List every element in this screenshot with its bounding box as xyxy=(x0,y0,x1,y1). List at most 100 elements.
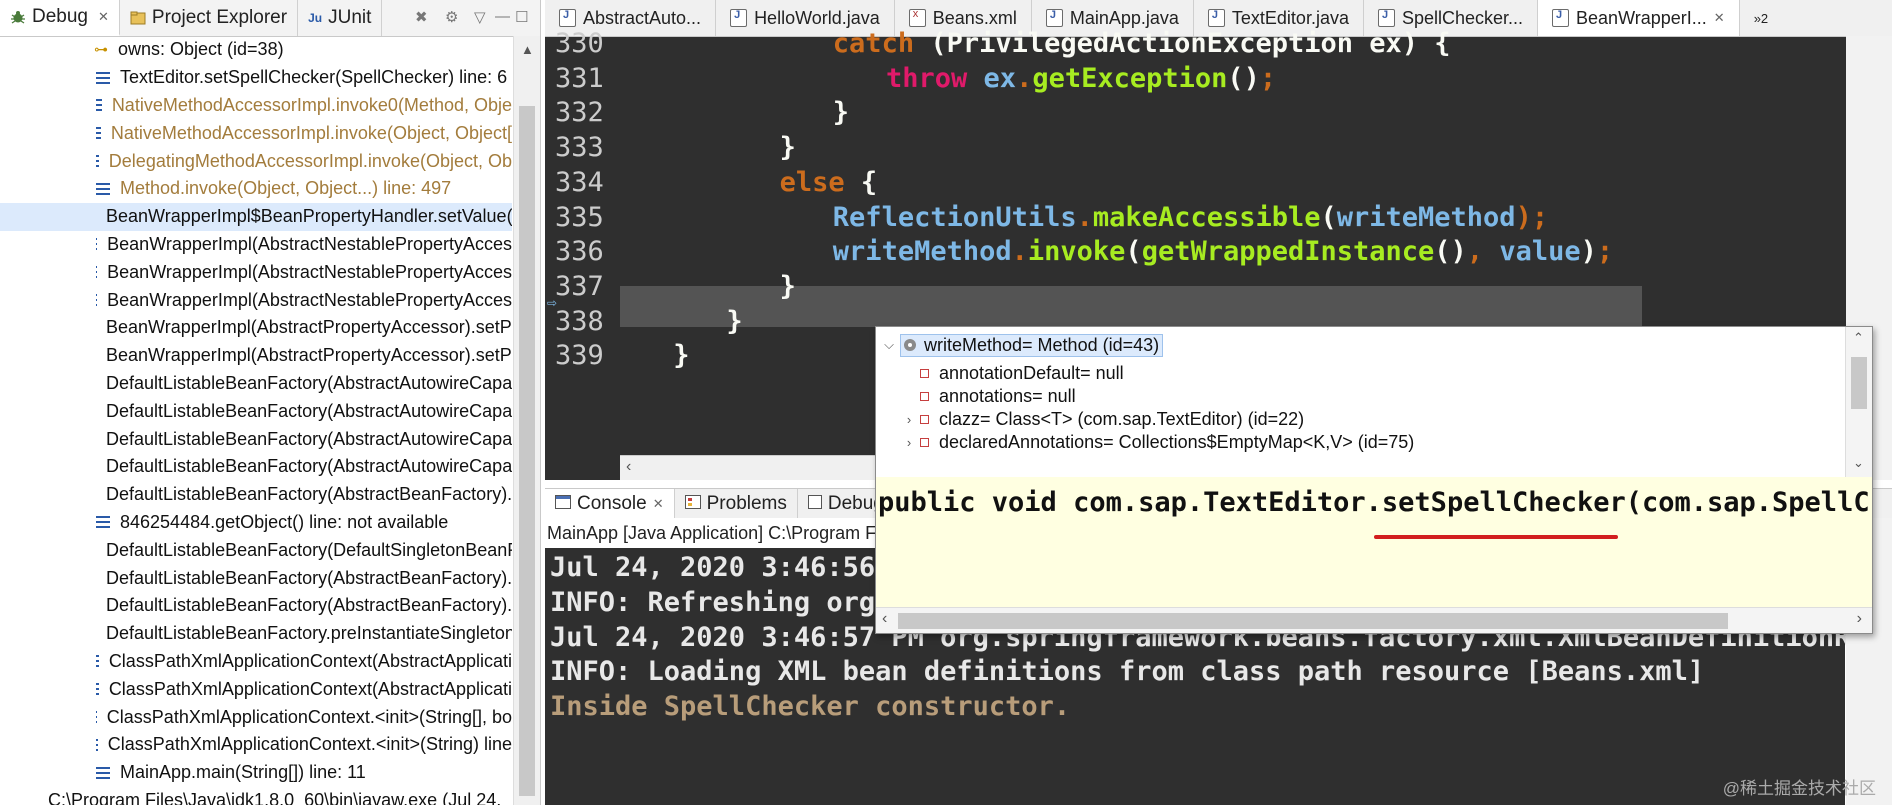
stack-frame[interactable]: DefaultListableBeanFactory(AbstractBeanF… xyxy=(0,592,512,620)
stack-scrollbar[interactable]: ▲ xyxy=(513,36,540,805)
code-line[interactable]: } xyxy=(726,306,742,337)
stack-frame-icon xyxy=(96,182,110,195)
stack-frame[interactable]: Method.invoke(Object, Object...) line: 4… xyxy=(0,175,512,203)
scroll-left-icon[interactable]: ‹ xyxy=(626,458,631,476)
process-path[interactable]: C:\Program Files\Java\jdk1.8.0_60\bin\ja… xyxy=(48,790,501,805)
code-token: { xyxy=(844,166,878,198)
expand-arrow-icon[interactable]: › xyxy=(898,412,920,427)
stack-frame[interactable]: ClassPathXmlApplicationContext.<init>(St… xyxy=(0,703,512,731)
stack-frame[interactable]: TextEditor.setSpellChecker(SpellChecker)… xyxy=(0,64,512,92)
problems-icon xyxy=(684,493,701,515)
stack-frame[interactable]: BeanWrapperImpl(AbstractPropertyAccessor… xyxy=(0,342,512,370)
stack-frame[interactable]: DefaultListableBeanFactory(AbstractAutow… xyxy=(0,425,512,453)
popup-vscrollbar[interactable]: ⌃ ⌄ xyxy=(1845,327,1872,477)
code-token: , xyxy=(1466,236,1484,268)
scrollbar-thumb[interactable] xyxy=(519,106,535,796)
line-number: 330 xyxy=(555,28,604,59)
popup-hscrollbar[interactable]: ‹ › xyxy=(876,607,1872,633)
tab-debug[interactable]: Debug ✕ xyxy=(0,0,120,36)
remove-launch-icon[interactable]: ✖ xyxy=(415,8,428,26)
stack-frame[interactable]: NativeMethodAccessorImpl.invoke0(Method,… xyxy=(0,92,512,120)
editor-tab-label: HelloWorld.java xyxy=(754,7,880,28)
tab-console[interactable]: Console ✕ xyxy=(545,489,675,519)
java-file-icon xyxy=(1552,9,1570,27)
stack-frame[interactable]: BeanWrapperImpl(AbstractPropertyAccessor… xyxy=(0,314,512,342)
code-token: } xyxy=(779,132,796,164)
code-token: ( xyxy=(914,28,947,59)
stack-frame[interactable]: DelegatingMethodAccessorImpl.invoke(Obje… xyxy=(0,147,512,175)
code-line[interactable]: catch (PrivilegedActionException ex) { xyxy=(833,28,1451,59)
variable-field[interactable]: › declaredAnnotations= Collections$EmptyM… xyxy=(898,429,1414,457)
minimize-icon[interactable]: — xyxy=(495,8,510,25)
stack-frame-label: DefaultListableBeanFactory(AbstractBeanF… xyxy=(106,484,512,505)
stack-frame[interactable]: MainApp.main(String[]) line: 11 xyxy=(0,759,512,787)
left-tab-bar: Debug ✕ Project Explorer Ju JUnit ✖ ⚙ ▽ … xyxy=(0,0,540,37)
maximize-icon[interactable]: ☐ xyxy=(515,8,528,26)
code-line[interactable]: } xyxy=(673,340,689,371)
scroll-left-icon[interactable]: ‹ xyxy=(882,610,887,628)
expand-arrow-icon[interactable]: › xyxy=(898,435,920,450)
editor-tab[interactable]: BeanWrapperI... ✕ xyxy=(1538,0,1740,36)
stack-frame[interactable]: DefaultListableBeanFactory(AbstractBeanF… xyxy=(0,564,512,592)
scroll-up-icon[interactable]: ⌃ xyxy=(1853,330,1864,346)
variable-tree[interactable]: ⌵ writeMethod= Method (id=43) annotationDe… xyxy=(876,327,1846,477)
stack-frame-label: NativeMethodAccessorImpl.invoke0(Method,… xyxy=(111,94,512,115)
close-icon[interactable]: ✕ xyxy=(1714,10,1725,26)
variable-hover-popup[interactable]: ⌵ writeMethod= Method (id=43) annotationDe… xyxy=(875,326,1873,634)
java-file-icon xyxy=(1045,9,1063,27)
stack-frame[interactable]: BeanWrapperImpl(AbstractNestableProperty… xyxy=(0,258,512,286)
expand-chevron-icon[interactable]: ⌵ xyxy=(878,337,900,353)
stack-frame[interactable]: NativeMethodAccessorImpl.invoke(Object, … xyxy=(0,119,512,147)
scroll-up-icon[interactable]: ▲ xyxy=(521,42,534,57)
stack-frame[interactable]: DefaultListableBeanFactory.preInstantiat… xyxy=(0,620,512,648)
variable-root[interactable]: ⌵ writeMethod= Method (id=43) xyxy=(878,331,1164,359)
code-token: invoke xyxy=(1027,236,1126,268)
code-line[interactable]: else { xyxy=(780,167,878,198)
stack-frame[interactable]: BeanWrapperImpl(AbstractNestableProperty… xyxy=(0,286,512,314)
scrollbar-thumb[interactable] xyxy=(1851,357,1867,409)
stack-frame[interactable]: 846254484.getObject() line: not availabl… xyxy=(0,509,512,537)
code-line[interactable]: } xyxy=(833,97,849,128)
stack-frame[interactable]: BeanWrapperImpl$BeanPropertyHandler.setV… xyxy=(0,202,512,231)
stack-frame-icon xyxy=(96,71,110,84)
code-token: throw xyxy=(886,62,968,94)
stack-frame-icon xyxy=(96,99,102,112)
stack-frame-icon xyxy=(96,738,98,751)
stack-frame[interactable]: DefaultListableBeanFactory(DefaultSingle… xyxy=(0,536,512,564)
code-line[interactable]: writeMethod.invoke(getWrappedInstance(),… xyxy=(833,236,1613,267)
stack-frame[interactable]: BeanWrapperImpl(AbstractNestableProperty… xyxy=(0,231,512,259)
stack-frame[interactable]: DefaultListableBeanFactory(AbstractBeanF… xyxy=(0,481,512,509)
code-line[interactable]: } xyxy=(780,132,796,163)
code-line[interactable]: throw ex.getException(); xyxy=(886,63,1276,94)
scroll-down-icon[interactable]: ⌄ xyxy=(1853,455,1864,471)
stack-frame[interactable]: ClassPathXmlApplicationContext(AbstractA… xyxy=(0,648,512,676)
code-token: getWrappedInstance xyxy=(1141,236,1435,268)
tab-debug-label: Debug xyxy=(32,6,88,27)
stack-frame[interactable]: ClassPathXmlApplicationContext(AbstractA… xyxy=(0,675,512,703)
stack-frame[interactable]: ClassPathXmlApplicationContext.<init>(St… xyxy=(0,731,512,759)
console-icon xyxy=(555,493,571,515)
code-token: ReflectionUtils xyxy=(832,201,1077,233)
stack-frame[interactable]: DefaultListableBeanFactory(AbstractAutow… xyxy=(0,453,512,481)
stack-frame[interactable]: ⊶ owns: Object (id=38) xyxy=(0,36,512,64)
code-line[interactable]: ReflectionUtils.makeAccessible(writeMeth… xyxy=(833,202,1548,233)
stack-frame-label: DefaultListableBeanFactory(AbstractAutow… xyxy=(106,400,512,421)
scroll-right-icon[interactable]: › xyxy=(1857,610,1862,628)
view-menu-icon[interactable]: ⚙ xyxy=(445,8,458,26)
editor-hscrollbar[interactable]: ‹ xyxy=(620,455,875,480)
tab-problems[interactable]: Problems xyxy=(675,489,798,519)
more-tabs-button[interactable]: »2 xyxy=(1740,0,1782,36)
code-token: } xyxy=(673,340,690,372)
stack-frame[interactable]: DefaultListableBeanFactory(AbstractAutow… xyxy=(0,397,512,425)
tab-project-explorer[interactable]: Project Explorer xyxy=(120,0,299,36)
close-icon[interactable]: ✕ xyxy=(98,9,109,25)
stack-frame-label: ClassPathXmlApplicationContext(AbstractA… xyxy=(108,678,512,699)
stack-frame[interactable]: DefaultListableBeanFactory(AbstractAutow… xyxy=(0,370,512,398)
chevron-down-icon[interactable]: ▽ xyxy=(474,8,486,26)
red-underline-annotation xyxy=(1374,535,1618,539)
line-number: 332 xyxy=(555,97,604,129)
scrollbar-thumb[interactable] xyxy=(898,613,1728,629)
close-icon[interactable]: ✕ xyxy=(653,496,664,512)
tab-junit[interactable]: Ju JUnit xyxy=(298,0,383,36)
code-line[interactable]: } xyxy=(780,271,796,302)
